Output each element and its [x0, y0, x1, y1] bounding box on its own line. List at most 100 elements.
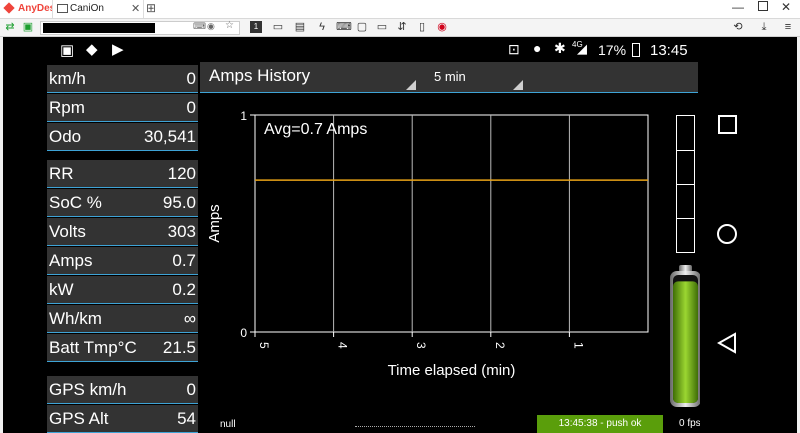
row-label: Wh/km	[49, 309, 102, 328]
row-odo: Odo 30,541	[47, 123, 198, 151]
row-value: 95.0	[162, 193, 196, 212]
level-gauge	[676, 115, 695, 253]
star-icon[interactable]: ☆	[225, 20, 234, 31]
chat-icon[interactable]: ▤	[294, 21, 306, 33]
redacted-address	[43, 23, 155, 33]
battery-terminal	[679, 265, 692, 272]
diamond-icon: ◆	[86, 41, 98, 58]
screen-number-icon[interactable]: 1	[250, 21, 262, 33]
signal-icon: ◢	[577, 41, 587, 56]
display-icon[interactable]: ▭	[272, 21, 284, 33]
screen-icon[interactable]: ▢	[356, 21, 368, 33]
clock: 13:45	[650, 42, 688, 59]
row-gps-alt: GPS Alt 54	[47, 405, 198, 433]
row-amps: Amps 0.7	[47, 247, 198, 275]
row-label: kW	[49, 280, 74, 299]
gauge-divider	[677, 218, 694, 219]
address-field[interactable]: ⌨ ◉ ☆	[40, 20, 240, 35]
row-label: Volts	[49, 222, 86, 241]
row-value: ∞	[183, 309, 196, 328]
keyboard-icon[interactable]: ⌨	[193, 21, 206, 32]
row-kw: kW 0.2	[47, 276, 198, 304]
row-label: Batt Tmp°C	[49, 338, 137, 357]
row-label: Amps	[49, 251, 93, 270]
display-settings-icon[interactable]: ▭	[376, 21, 388, 33]
row-label: Odo	[49, 127, 82, 146]
battery-soc-gauge	[670, 265, 701, 407]
download-icon[interactable]: ⤓	[758, 21, 770, 33]
push-status: 13:45:38 - push ok	[537, 415, 663, 433]
close-tab-icon[interactable]: ✕	[131, 2, 140, 15]
keyboard-icon[interactable]: ⌨	[336, 21, 352, 33]
row-soc: SoC % 95.0	[47, 189, 198, 217]
time-span-select[interactable]: 5 min	[434, 69, 466, 84]
connection-icon[interactable]: ⇄	[4, 21, 16, 33]
battery-icon	[632, 43, 640, 57]
x-tick-label: 3	[414, 342, 428, 349]
triangle-back-icon	[716, 332, 736, 354]
row-volts: Volts 303	[47, 218, 198, 246]
dropdown-corner-icon	[406, 80, 416, 90]
bluetooth-icon: ✱	[554, 40, 566, 56]
chart-type-select[interactable]: Amps History	[209, 66, 310, 86]
location-icon: ●	[533, 40, 542, 56]
history-icon[interactable]: ⟲	[732, 21, 744, 33]
y-tick-label: 0	[240, 326, 247, 340]
home-button[interactable]	[700, 224, 754, 249]
row-label: RR	[49, 164, 74, 183]
x-axis-label: Time elapsed (min)	[388, 362, 516, 379]
row-value: 120	[167, 164, 196, 183]
fps-counter: 0 fps	[679, 418, 701, 429]
close-icon[interactable]: ✕	[781, 0, 791, 14]
row-label: km/h	[49, 69, 86, 88]
monitor-green-icon[interactable]: ▣	[22, 21, 34, 33]
x-tick-label: 1	[571, 342, 585, 349]
gauge-divider	[677, 184, 694, 185]
row-speed: km/h 0	[47, 65, 198, 93]
row-rpm: Rpm 0	[47, 94, 198, 122]
null-label: null	[220, 419, 236, 430]
x-tick-label: 2	[493, 342, 507, 349]
canion-tab[interactable]: CaniOn ✕	[52, 0, 144, 18]
row-value: 0	[186, 69, 196, 88]
battery-fill	[673, 281, 698, 403]
play-store-icon: ▶	[112, 41, 124, 58]
maximize-icon[interactable]	[758, 1, 768, 11]
session-toolbar: ⇄ ▣ ⌨ ◉ ☆ 1 ▭ ▤ ϟ ⌨ ▢ ▭ ⇵ ▯ ◉ ⟲ ⤓ ≡	[0, 19, 800, 37]
amps-history-chart: 5 4 3 2 1 1 0 Avg=0.7 Amps Time elapsed (min) Amp…	[206, 109, 649, 379]
row-label: Rpm	[49, 98, 85, 117]
menu-icon[interactable]: ≡	[782, 21, 794, 33]
square-icon	[717, 115, 737, 134]
row-label: SoC %	[49, 193, 102, 212]
circle-icon	[717, 224, 737, 244]
window-icon[interactable]: ▯	[416, 21, 428, 33]
row-value: 303	[167, 222, 196, 241]
row-value: 30,541	[144, 127, 196, 146]
anydesk-tab[interactable]: AnyDesk	[0, 0, 61, 18]
plot-frame	[254, 114, 649, 333]
recents-button[interactable]	[700, 115, 754, 139]
row-value: 54	[177, 409, 196, 428]
file-transfer-icon[interactable]: ⇵	[396, 21, 408, 33]
minimize-icon[interactable]: —	[732, 0, 744, 14]
row-value: 0	[186, 98, 196, 117]
android-nav-bar	[700, 61, 754, 433]
new-tab-icon[interactable]: ⊞	[146, 1, 156, 15]
battery-percent: 17%	[598, 42, 627, 58]
back-button[interactable]	[700, 332, 754, 359]
row-gps-speed: GPS km/h 0	[47, 376, 198, 404]
mouse-icon[interactable]: ◉	[207, 21, 215, 32]
row-batt-temp: Batt Tmp°C 21.5	[47, 334, 198, 362]
row-value: 0	[186, 380, 196, 399]
cast-icon: ⊡	[508, 41, 520, 57]
data-panel: km/h 0 Rpm 0 Odo 30,541 RR 120 SoC % 95.0 Vol…	[47, 62, 199, 433]
anydesk-logo-icon	[3, 2, 15, 14]
row-whkm: Wh/km ∞	[47, 305, 198, 333]
y-axis-label: Amps	[206, 204, 223, 242]
row-value: 0.7	[172, 251, 196, 270]
record-icon[interactable]: ◉	[436, 21, 448, 33]
gauge-divider	[677, 150, 694, 151]
row-label: GPS km/h	[49, 380, 127, 399]
lightning-icon[interactable]: ϟ	[316, 21, 328, 33]
monitor-icon	[57, 4, 68, 13]
